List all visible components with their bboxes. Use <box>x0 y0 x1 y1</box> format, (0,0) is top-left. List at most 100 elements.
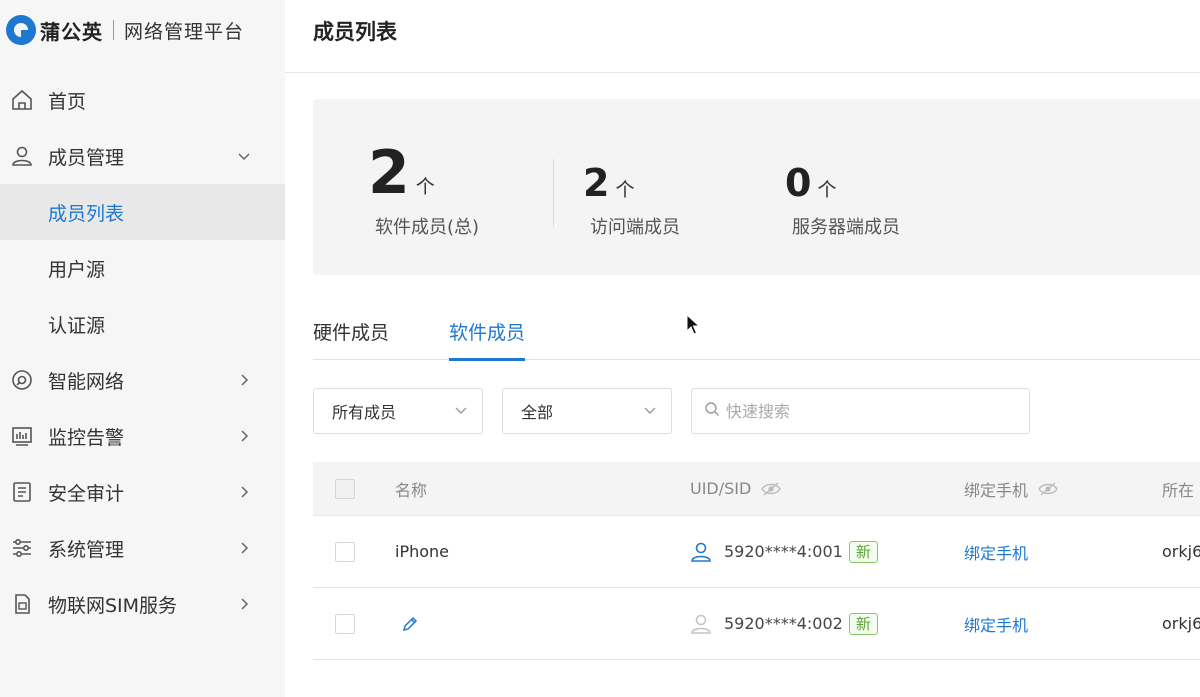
network-icon <box>10 368 34 392</box>
sidebar-subitem-member-list[interactable]: 成员列表 <box>0 184 285 240</box>
chevron-right-icon <box>237 373 251 387</box>
select-value: 所有成员 <box>332 403 397 422</box>
sidebar-item-home[interactable]: 首页 <box>0 72 285 128</box>
chevron-right-icon <box>237 485 251 499</box>
stat-access-members: 2 个 访问端成员 <box>583 161 680 239</box>
sidebar-item-label: 系统管理 <box>48 538 125 561</box>
sidebar-subitem-label: 认证源 <box>48 314 106 337</box>
select-all-checkbox[interactable] <box>335 478 355 499</box>
sidebar-item-label: 监控告警 <box>48 426 125 449</box>
sidebar-item-member-management[interactable]: 成员管理 <box>0 128 285 184</box>
bind-phone-link[interactable]: 绑定手机 <box>964 540 1028 564</box>
stat-unit: 个 <box>415 176 435 198</box>
column-header-uid[interactable]: UID/SID <box>690 462 782 515</box>
sidebar-subitem-label: 成员列表 <box>48 202 125 225</box>
stat-unit: 个 <box>817 179 837 201</box>
member-filter-select[interactable]: 所有成员 <box>313 388 483 434</box>
column-header-phone[interactable]: 绑定手机 <box>964 462 1058 515</box>
brand-name: 蒲公英 <box>40 19 103 44</box>
table-row[interactable]: iPhone 5920****4:001 新 绑定手机 orkj6 <box>313 516 1200 588</box>
bind-phone-cell: 绑定手机 <box>964 516 1028 587</box>
sidebar-subitem-auth-source[interactable]: 认证源 <box>0 296 285 352</box>
home-icon <box>10 88 34 112</box>
stat-divider <box>553 159 554 227</box>
sidebar-item-label: 首页 <box>48 90 87 113</box>
sidebar-item-monitoring[interactable]: 监控告警 <box>0 408 285 464</box>
app-logo[interactable]: 蒲公英 网络管理平台 <box>6 14 244 46</box>
settings-sliders-icon <box>10 536 34 560</box>
sidebar-subitem-user-source[interactable]: 用户源 <box>0 240 285 296</box>
location-text: orkj6 <box>1162 614 1200 633</box>
uid-text: 5920****4:002 <box>724 614 843 633</box>
logo-separator <box>113 20 114 40</box>
stat-value: 2 <box>368 138 410 208</box>
new-badge: 新 <box>848 612 878 635</box>
column-header-name[interactable]: 名称 <box>395 462 427 515</box>
sidebar-nav: 首页 成员管理 成员列表 用户源 认证源 智能网络 监控告警 安全审计 系统管理… <box>0 72 285 632</box>
mouse-pointer-icon <box>686 313 701 340</box>
members-table: 名称 UID/SID 绑定手机 所在 iPhone 5920****4:001 … <box>313 462 1200 660</box>
tab-hardware-members[interactable]: 硬件成员 <box>313 318 389 360</box>
new-badge: 新 <box>848 540 878 563</box>
user-online-icon <box>690 541 712 563</box>
member-name-text: iPhone <box>395 542 450 561</box>
column-header-location[interactable]: 所在 <box>1162 462 1200 515</box>
table-row[interactable]: 5920****4:002 新 绑定手机 orkj6 <box>313 588 1200 660</box>
select-value: 全部 <box>521 403 554 422</box>
row-checkbox[interactable] <box>335 613 355 634</box>
row-select-cell <box>335 588 355 659</box>
type-filter-select[interactable]: 全部 <box>502 388 672 434</box>
chevron-right-icon <box>237 541 251 555</box>
member-type-tabs: 硬件成员 软件成员 <box>313 318 1200 361</box>
stat-value: 0 <box>785 161 812 205</box>
audit-icon <box>10 480 34 504</box>
row-checkbox[interactable] <box>335 541 355 562</box>
search-icon <box>704 401 720 421</box>
sidebar-subitem-label: 用户源 <box>48 258 106 281</box>
sidebar-item-label: 安全审计 <box>48 482 125 505</box>
stat-software-members-total: 2 个 软件成员(总) <box>368 139 479 239</box>
sidebar-item-label: 物联网SIM服务 <box>48 594 178 617</box>
header-divider <box>285 72 1200 73</box>
dandelion-logo-icon <box>6 15 36 45</box>
user-offline-icon <box>690 613 712 635</box>
stat-caption: 软件成员(总) <box>375 217 480 238</box>
row-select-cell <box>335 516 355 587</box>
search-input[interactable] <box>726 401 1016 421</box>
quick-search[interactable] <box>691 388 1030 434</box>
eye-hidden-icon[interactable] <box>1038 481 1058 496</box>
tab-software-members[interactable]: 软件成员 <box>449 318 526 361</box>
member-name <box>395 588 419 659</box>
table-header: 名称 UID/SID 绑定手机 所在 <box>313 462 1200 516</box>
chevron-right-icon <box>237 429 251 443</box>
member-location: orkj6 <box>1162 516 1200 587</box>
bind-phone-cell: 绑定手机 <box>964 588 1028 659</box>
eye-hidden-icon[interactable] <box>761 481 782 496</box>
sidebar: 蒲公英 网络管理平台 首页 成员管理 成员列表 用户源 认证源 智能网络 监控告… <box>0 0 285 697</box>
sidebar-item-security-audit[interactable]: 安全审计 <box>0 464 285 520</box>
select-all-cell <box>335 462 355 515</box>
chevron-down-icon <box>643 402 657 421</box>
chevron-down-icon <box>454 402 468 421</box>
bind-phone-link[interactable]: 绑定手机 <box>964 612 1028 636</box>
column-header-label: UID/SID <box>690 479 752 498</box>
stat-unit: 个 <box>615 179 635 201</box>
sidebar-item-system-management[interactable]: 系统管理 <box>0 520 285 576</box>
page-title: 成员列表 <box>313 20 397 44</box>
sidebar-item-iot-sim[interactable]: 物联网SIM服务 <box>0 576 285 632</box>
stat-caption: 访问端成员 <box>590 217 680 238</box>
sim-card-icon <box>10 592 34 616</box>
location-text: orkj6 <box>1162 542 1200 561</box>
column-header-label: 绑定手机 <box>964 480 1029 500</box>
chevron-right-icon <box>237 597 251 611</box>
member-name: iPhone <box>395 516 449 587</box>
monitor-icon <box>10 424 34 448</box>
member-location: orkj6 <box>1162 588 1200 659</box>
pencil-edit-icon[interactable] <box>401 615 419 633</box>
stat-value: 2 <box>583 161 610 205</box>
sidebar-item-label: 智能网络 <box>48 370 125 393</box>
main-content: 成员列表 2 个 软件成员(总) 2 个 访问端成员 0 个 服务器端成员 硬件… <box>285 0 1200 697</box>
sidebar-item-smart-network[interactable]: 智能网络 <box>0 352 285 408</box>
member-uid: 5920****4:001 新 <box>690 516 878 587</box>
chevron-down-icon <box>237 149 251 163</box>
